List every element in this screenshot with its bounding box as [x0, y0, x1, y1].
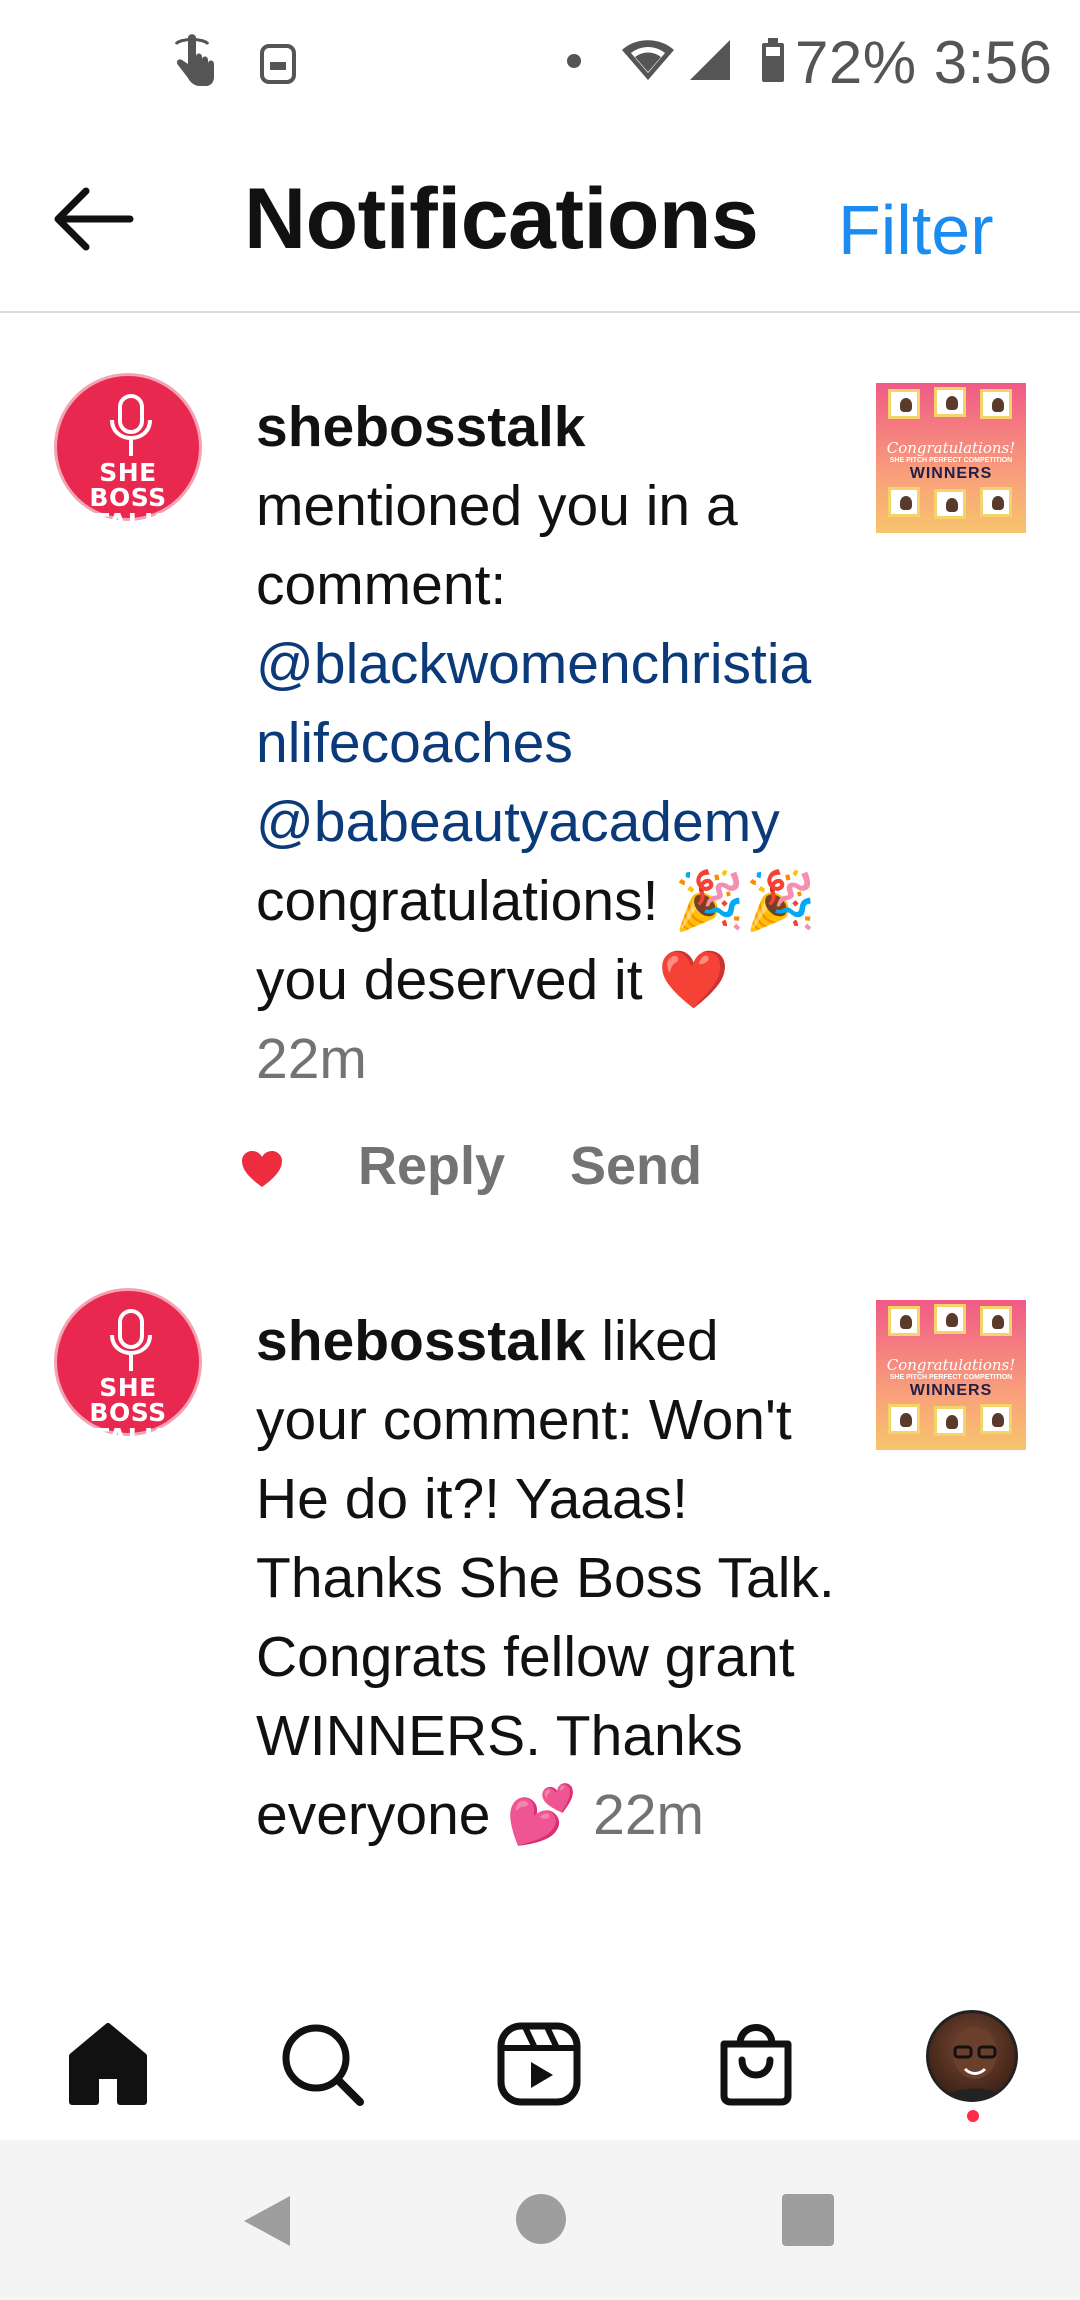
comment-body: Won't He do it?! Yaaas! Thanks She Boss …	[256, 1388, 835, 1847]
heart-filled-icon[interactable]	[240, 1149, 284, 1189]
send-button[interactable]: Send	[570, 1135, 702, 1197]
battery-icon	[762, 38, 784, 82]
microphone-icon	[110, 394, 152, 456]
battery-time-readout: 72% 3:56	[795, 28, 1053, 97]
page-title: Notifications	[244, 171, 759, 267]
timestamp: 22m	[593, 1783, 705, 1847]
home-circle-icon[interactable]	[516, 2194, 566, 2244]
thumbnail-winners: WINNERS	[909, 1382, 993, 1399]
reels-icon[interactable]	[489, 2014, 589, 2114]
thumbnail-title: Congratulations!	[886, 439, 1016, 457]
thumbnail-winners: WINNERS	[909, 465, 993, 482]
system-nav-bar	[0, 2140, 1080, 2300]
screen-icon	[260, 44, 296, 84]
comment-body: congratulations! 🎉🎉 you deserved it ❤️	[256, 869, 817, 1012]
profile-avatar	[926, 2010, 1018, 2102]
post-thumbnail[interactable]: Congratulations! SHE PITCH PERFECT COMPE…	[876, 383, 1026, 533]
post-thumbnail[interactable]: Congratulations! SHE PITCH PERFECT COMPE…	[876, 1300, 1026, 1450]
profile-tab[interactable]	[922, 2010, 1026, 2122]
arrow-left-icon[interactable]	[52, 184, 134, 254]
avatar-label: SHE BOSS TALK	[89, 1373, 167, 1452]
home-icon[interactable]	[58, 2014, 158, 2114]
thumbnail-subtitle: SHE PITCH PERFECT COMPETITION	[889, 457, 1013, 464]
wifi-icon	[622, 40, 674, 80]
bottom-tab-bar	[0, 1990, 1080, 2140]
notification-item[interactable]: SHE BOSS TALK shebosstalk mentioned you i…	[0, 313, 1080, 1213]
profile-photo-icon	[942, 2027, 1008, 2099]
back-triangle-icon[interactable]	[238, 2192, 296, 2250]
search-icon[interactable]	[272, 2014, 372, 2114]
username[interactable]: shebosstalk	[256, 395, 585, 459]
reply-button[interactable]: Reply	[358, 1135, 505, 1197]
thumbnail-subtitle: SHE PITCH PERFECT COMPETITION	[889, 1374, 1013, 1381]
touch-gesture-icon	[174, 34, 214, 86]
notification-text: shebosstalk mentioned you in a comment: …	[256, 388, 836, 1099]
status-bar: 72% 3:56	[0, 0, 1080, 128]
thumbnail-title: Congratulations!	[886, 1356, 1016, 1374]
notification-text: shebosstalk liked your comment: Won't He…	[256, 1302, 836, 1855]
notification-action: mentioned you in a comment:	[256, 474, 738, 617]
mention-link[interactable]: @babeautyacademy	[256, 790, 780, 854]
notification-item[interactable]: SHE BOSS TALK shebosstalk liked your comm…	[0, 1230, 1080, 1990]
notification-dot	[967, 2110, 979, 2122]
username[interactable]: shebosstalk	[256, 1309, 585, 1373]
notification-dot-icon	[567, 54, 581, 68]
avatar-label: SHE BOSS TALK	[89, 458, 167, 537]
battery-percent: 72%	[795, 29, 917, 96]
comment-actions: Reply Send	[240, 1135, 840, 1205]
avatar[interactable]: SHE BOSS TALK	[54, 1288, 202, 1450]
timestamp: 22m	[256, 1027, 367, 1091]
filter-button[interactable]: Filter	[838, 190, 994, 270]
avatar[interactable]: SHE BOSS TALK	[54, 373, 202, 535]
header: Notifications Filter	[0, 128, 1080, 313]
shop-icon[interactable]	[706, 2014, 806, 2114]
recents-square-icon[interactable]	[782, 2194, 834, 2246]
clock: 3:56	[933, 29, 1053, 96]
mention-link[interactable]: @blackwomenchristianlifecoaches	[256, 632, 811, 775]
microphone-icon	[110, 1309, 152, 1371]
cell-signal-icon	[690, 40, 730, 80]
